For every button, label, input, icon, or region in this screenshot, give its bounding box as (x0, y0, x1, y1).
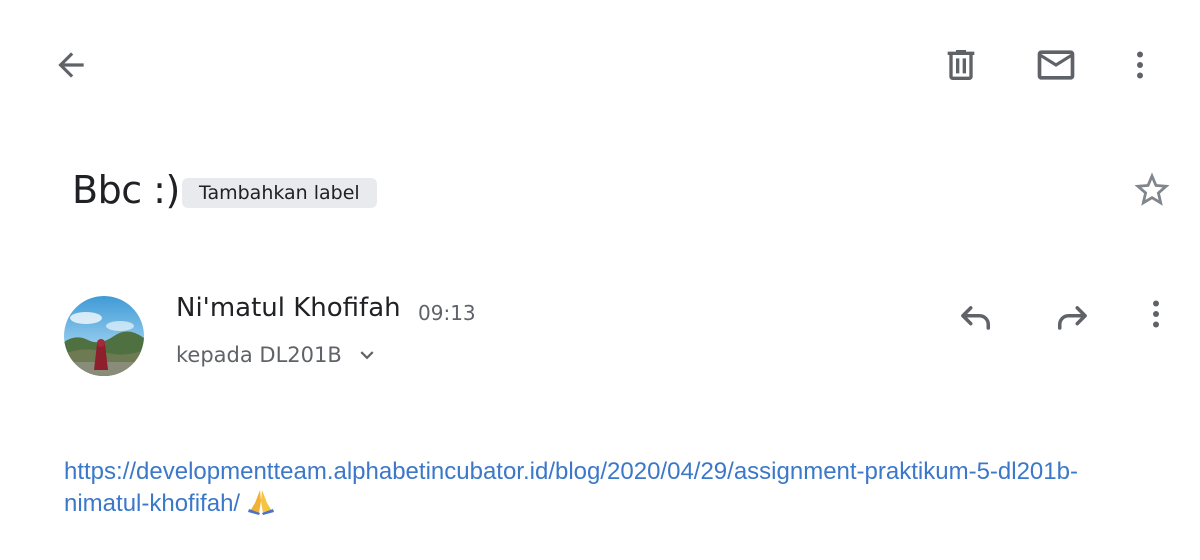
forward-button[interactable] (1046, 290, 1098, 338)
back-button[interactable] (46, 40, 96, 90)
more-options-button[interactable] (1122, 40, 1158, 90)
arrow-back-icon (58, 52, 84, 78)
sender-avatar[interactable] (64, 296, 144, 376)
chevron-down-icon (360, 351, 374, 360)
avatar-photo (64, 296, 144, 376)
folded-hands-emoji (248, 490, 275, 515)
sender-name: Ni'matul Khofifah (176, 293, 401, 323)
delete-button[interactable] (936, 40, 986, 90)
email-subject: Bbc :) (72, 168, 180, 212)
recipient-text: kepada DL201B (176, 343, 342, 367)
message-time: 09:13 (418, 301, 476, 325)
trash-icon (947, 50, 975, 80)
more-vert-icon (1153, 300, 1159, 328)
mark-unread-button[interactable] (1030, 40, 1082, 90)
body-link[interactable]: https://developmentteam.alphabetincubato… (64, 458, 1078, 517)
star-button[interactable] (1128, 166, 1176, 214)
message-body: https://developmentteam.alphabetincubato… (64, 456, 1124, 519)
star-outline-icon (1134, 172, 1170, 206)
mail-icon (1037, 50, 1075, 80)
recipient-details-toggle[interactable]: kepada DL201B (176, 342, 380, 368)
message-more-button[interactable] (1138, 290, 1174, 338)
forward-icon (1058, 306, 1087, 330)
add-label-chip[interactable]: Tambahkan label (182, 178, 377, 208)
reply-icon (961, 306, 990, 330)
more-vert-icon (1137, 51, 1143, 79)
reply-button[interactable] (950, 290, 1002, 338)
